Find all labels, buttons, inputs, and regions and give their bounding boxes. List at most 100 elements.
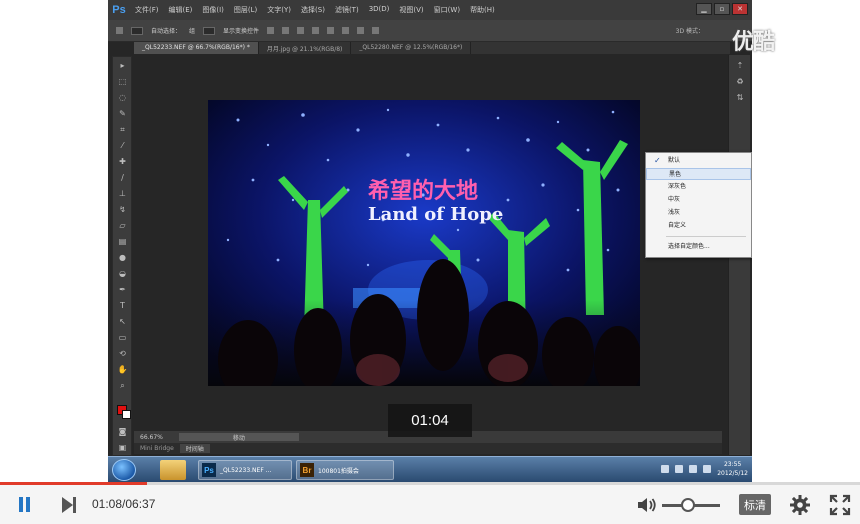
night-festival-photo[interactable]: 希望的大地 Land of Hope xyxy=(208,100,640,386)
distribute-2-icon[interactable] xyxy=(372,27,380,34)
align-bottom-icon[interactable] xyxy=(297,27,305,34)
quick-mask-icon[interactable]: ◙ xyxy=(117,427,128,437)
eraser-icon[interactable]: ▱ xyxy=(117,221,128,231)
next-icon-bar xyxy=(73,497,76,513)
menu-layer[interactable]: 图层(L) xyxy=(229,5,262,15)
photoshop-icon: Ps xyxy=(202,463,216,477)
auto-select-checkbox[interactable] xyxy=(131,26,143,35)
explorer-icon[interactable] xyxy=(160,460,186,480)
3d-icon[interactable]: ⟲ xyxy=(117,349,128,359)
menu-select[interactable]: 选择(S) xyxy=(296,5,330,15)
taskbar-task-bridge[interactable]: Br 100801拍摄会 xyxy=(296,460,394,480)
timecode: 01:08/06:37 xyxy=(92,497,156,511)
player-controls: 01:08/06:37 标清 xyxy=(0,485,860,524)
tray-volume-icon[interactable] xyxy=(703,465,712,473)
zoom-level[interactable]: 66.67% xyxy=(134,434,169,441)
shape-icon[interactable]: ▭ xyxy=(117,333,128,343)
tab-timeline[interactable]: 时间轴 xyxy=(179,444,210,453)
menu-3d[interactable]: 3D(D) xyxy=(364,5,395,15)
status-track-label: 移动 xyxy=(232,435,245,442)
move-tool-icon[interactable] xyxy=(116,27,123,34)
quality-button[interactable]: 标清 xyxy=(739,494,771,515)
panel-info-icon[interactable]: ⇡ xyxy=(735,61,745,71)
next-button[interactable] xyxy=(60,496,80,514)
start-button[interactable] xyxy=(112,459,136,481)
menu-edit[interactable]: 编辑(E) xyxy=(164,5,198,15)
blur-icon[interactable]: ● xyxy=(117,253,128,263)
menu-filter[interactable]: 滤镜(T) xyxy=(330,5,364,15)
marquee-icon[interactable]: ⬚ xyxy=(117,77,128,87)
video-player: Ps 文件(F) 编辑(E) 图像(I) 图层(L) 文字(Y) 选择(S) 滤… xyxy=(0,0,860,524)
menu-help[interactable]: 帮助(H) xyxy=(465,5,500,15)
volume-icon[interactable] xyxy=(636,495,658,515)
lasso-icon[interactable]: ◌ xyxy=(117,93,128,103)
brush-icon[interactable]: ∕ xyxy=(117,173,128,183)
windows-taskbar: Ps _QL52233.NEF ... Br 100801拍摄会 23:55 2… xyxy=(108,456,752,482)
menu-type[interactable]: 文字(Y) xyxy=(262,5,296,15)
eyedropper-icon[interactable]: ⁄ xyxy=(117,141,128,151)
gear-icon[interactable] xyxy=(789,494,811,516)
background-color-swatch[interactable] xyxy=(122,410,131,419)
screen-mode-icon[interactable]: ▣ xyxy=(117,443,128,453)
maximize-button[interactable]: ▫ xyxy=(714,3,730,15)
align-top-icon[interactable] xyxy=(267,27,275,34)
time-tooltip: 01:04 xyxy=(388,404,472,437)
panel-history-icon[interactable]: ⇅ xyxy=(735,93,745,103)
align-left-icon[interactable] xyxy=(312,27,320,34)
volume-knob[interactable] xyxy=(681,498,696,512)
type-icon[interactable]: T xyxy=(117,301,128,311)
healing-icon[interactable]: ✚ xyxy=(117,157,128,167)
history-brush-icon[interactable]: ↯ xyxy=(117,205,128,215)
distribute-icon[interactable] xyxy=(357,27,365,34)
move-icon[interactable]: ▸ xyxy=(117,61,128,71)
tray-keyboard-icon[interactable] xyxy=(661,465,670,473)
document-tabs: _QL52233.NEF @ 66.7%(RGB/16*) * 月月.jpg @… xyxy=(134,42,730,54)
ctx-item-default[interactable]: ✓ 默认 xyxy=(646,155,751,167)
align-middle-icon[interactable] xyxy=(282,27,290,34)
pause-button[interactable] xyxy=(17,496,33,514)
menu-view[interactable]: 视图(V) xyxy=(394,5,428,15)
stamp-icon[interactable]: ⊥ xyxy=(117,189,128,199)
fullscreen-icon[interactable] xyxy=(829,494,851,516)
tab-doc-3[interactable]: _QL52280.NEF @ 12.5%(RGB/16*) xyxy=(351,42,472,54)
hand-icon[interactable]: ✋ xyxy=(117,365,128,375)
menu-file[interactable]: 文件(F) xyxy=(130,5,164,15)
menu-image[interactable]: 图像(I) xyxy=(197,5,229,15)
tab-doc-1[interactable]: _QL52233.NEF @ 66.7%(RGB/16*) * xyxy=(134,42,259,54)
ctx-item-black[interactable]: 黑色 xyxy=(646,168,751,180)
menu-window[interactable]: 窗口(W) xyxy=(429,5,465,15)
panel-swatch-icon[interactable]: ♻ xyxy=(735,77,745,87)
tray-network-icon[interactable] xyxy=(675,465,684,473)
path-select-icon[interactable]: ↖ xyxy=(117,317,128,327)
align-center-icon[interactable] xyxy=(327,27,335,34)
show-transform-checkbox[interactable] xyxy=(203,26,216,35)
status-track[interactable]: 移动 xyxy=(178,433,299,442)
quick-select-icon[interactable]: ✎ xyxy=(117,109,128,119)
system-clock[interactable]: 23:55 2012/5/12 xyxy=(717,460,748,478)
taskbar-task-photoshop[interactable]: Ps _QL52233.NEF ... xyxy=(198,460,292,480)
ctx-item-medium-gray[interactable]: 中灰 xyxy=(646,194,751,206)
ctx-item-select-custom-color[interactable]: 选择自定颜色... xyxy=(646,241,751,253)
zoom-icon[interactable]: ⌕ xyxy=(117,381,128,391)
clock-time: 23:55 xyxy=(723,461,742,468)
auto-select-dropdown[interactable]: 组 xyxy=(189,26,195,35)
system-tray: 23:55 2012/5/12 xyxy=(661,460,748,478)
crop-icon[interactable]: ⌗ xyxy=(117,125,128,135)
align-right-icon[interactable] xyxy=(342,27,350,34)
close-button[interactable]: ✕ xyxy=(732,3,748,15)
ctx-item-dark-gray[interactable]: 深灰色 xyxy=(646,181,751,193)
ps-menu: 文件(F) 编辑(E) 图像(I) 图层(L) 文字(Y) 选择(S) 滤镜(T… xyxy=(130,5,500,15)
ctx-separator xyxy=(666,236,746,237)
auto-select-label: 自动选择： xyxy=(151,28,182,35)
video-frame[interactable]: Ps 文件(F) 编辑(E) 图像(I) 图层(L) 文字(Y) 选择(S) 滤… xyxy=(0,0,860,482)
tray-security-icon[interactable] xyxy=(689,465,698,473)
ctx-item-light-gray[interactable]: 浅灰 xyxy=(646,207,751,219)
pen-icon[interactable]: ✒ xyxy=(117,285,128,295)
tab-mini-bridge[interactable]: Mini Bridge xyxy=(134,445,180,452)
tab-doc-2[interactable]: 月月.jpg @ 21.1%(RGB/8) xyxy=(259,42,352,54)
minimize-button[interactable]: ▁ xyxy=(696,3,712,15)
dodge-icon[interactable]: ◒ xyxy=(117,269,128,279)
canvas-area[interactable]: 希望的大地 Land of Hope xyxy=(134,55,722,430)
ctx-item-custom[interactable]: 自定义 xyxy=(646,220,751,232)
gradient-icon[interactable]: ▤ xyxy=(117,237,128,247)
